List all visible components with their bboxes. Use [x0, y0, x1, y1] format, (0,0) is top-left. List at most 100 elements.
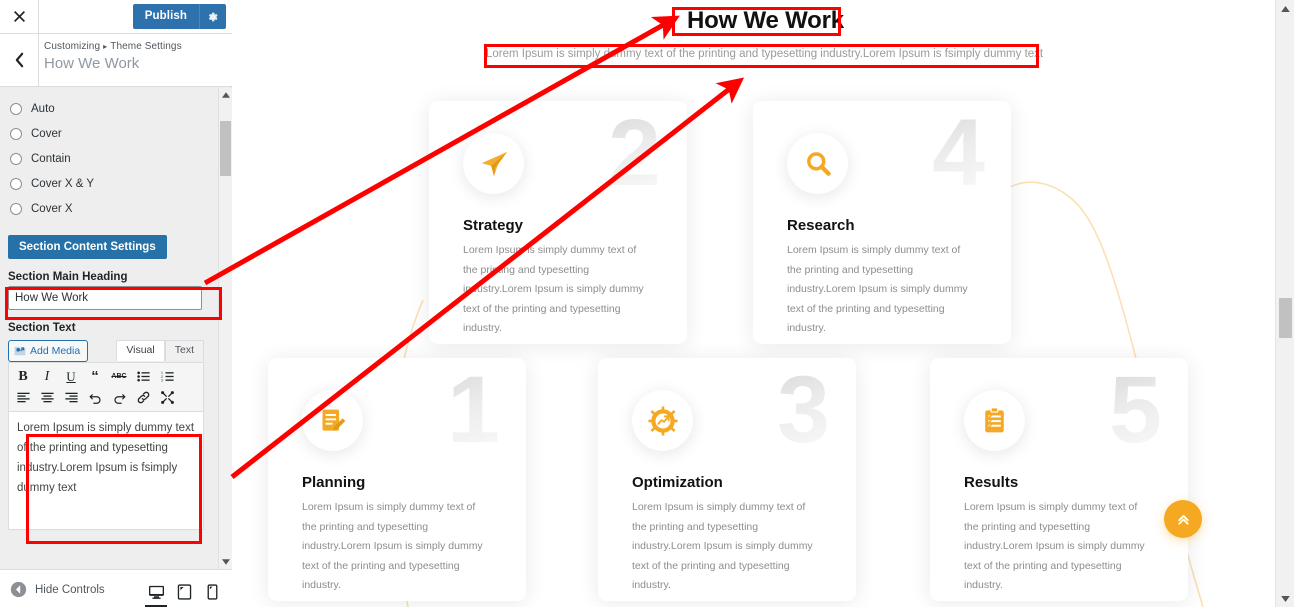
card-title: Optimization — [632, 474, 723, 491]
customizer-scrollbar-thumb[interactable] — [220, 121, 231, 176]
publish-settings-button[interactable] — [199, 4, 226, 29]
card-number: 4 — [932, 100, 985, 206]
section-text-editor[interactable]: Lorem Ipsum is simply dummy text of the … — [8, 412, 204, 530]
radio-circle[interactable] — [10, 152, 22, 165]
clipboard-check-icon — [964, 390, 1025, 451]
card-results[interactable]: 5 Results Lorem Ipsum is simply dummy te… — [930, 358, 1188, 601]
hide-controls-button[interactable]: Hide Controls — [10, 581, 105, 598]
window-scroll-down-arrow[interactable] — [1276, 590, 1294, 607]
align-right-icon[interactable] — [59, 388, 83, 408]
card-research[interactable]: 4 Research Lorem Ipsum is simply dummy t… — [753, 101, 1011, 344]
background-size-radio-group: Auto Cover Contain Cover X & Y Cover X — [0, 88, 218, 221]
tablet-preview-button[interactable] — [170, 577, 198, 607]
customizer-scrollbar[interactable] — [218, 88, 232, 569]
card-description: Lorem Ipsum is simply dummy text of the … — [964, 501, 1145, 591]
close-customizer-button[interactable] — [0, 0, 39, 33]
radio-label: Auto — [31, 102, 55, 115]
italic-icon[interactable]: I — [35, 367, 59, 387]
window-scroll-up-arrow[interactable] — [1276, 0, 1294, 17]
card-strategy[interactable]: 2 Strategy Lorem Ipsum is simply dummy t… — [429, 101, 687, 344]
hide-controls-label: Hide Controls — [35, 583, 105, 596]
radio-circle[interactable] — [10, 177, 22, 190]
card-description: Lorem Ipsum is simply dummy text of the … — [463, 244, 644, 334]
scroll-to-top-button[interactable] — [1164, 500, 1202, 538]
tablet-icon — [177, 584, 191, 600]
radio-label: Cover — [31, 127, 62, 140]
svg-text:3: 3 — [161, 378, 163, 382]
radio-circle[interactable] — [10, 102, 22, 115]
underline-icon[interactable]: U — [59, 367, 83, 387]
radio-option-cover[interactable]: Cover — [0, 121, 218, 146]
section-main-heading-input[interactable] — [8, 286, 202, 310]
card-number: 1 — [447, 357, 500, 463]
radio-label: Contain — [31, 152, 71, 165]
card-description: Lorem Ipsum is simply dummy text of the … — [632, 501, 813, 591]
add-media-label: Add Media — [30, 344, 81, 357]
scrollbar-down-arrow[interactable] — [219, 555, 232, 569]
align-center-icon[interactable] — [35, 388, 59, 408]
tab-text[interactable]: Text — [164, 340, 204, 361]
card-number: 5 — [1109, 357, 1162, 463]
bulleted-list-icon[interactable] — [131, 367, 155, 387]
mobile-preview-button[interactable] — [198, 577, 226, 607]
card-optimization[interactable]: 3 Optimization Lorem Ipsum is simply dum… — [598, 358, 856, 601]
customizer-footer: Hide Controls — [0, 569, 232, 607]
publish-group: Publish — [132, 4, 226, 29]
radio-label: Cover X — [31, 202, 73, 215]
breadcrumb-section[interactable]: Theme Settings — [110, 41, 181, 52]
edit-document-icon — [302, 390, 363, 451]
card-planning[interactable]: 1 Planning Lorem Ipsum is simply dummy t… — [268, 358, 526, 601]
card-description: Lorem Ipsum is simply dummy text of the … — [302, 501, 483, 591]
breadcrumb-root[interactable]: Customizing — [44, 41, 100, 52]
section-main-heading-label: Section Main Heading — [8, 271, 128, 283]
chevron-left-icon — [15, 52, 23, 68]
radio-option-contain[interactable]: Contain — [0, 146, 218, 171]
tab-visual[interactable]: Visual — [116, 340, 165, 361]
customizer-header: Publish — [0, 0, 232, 34]
radio-circle[interactable] — [10, 202, 22, 215]
paper-plane-icon — [463, 133, 524, 194]
radio-option-cover-x[interactable]: Cover X — [0, 196, 218, 221]
gear-chart-icon — [632, 390, 693, 451]
blockquote-icon[interactable]: “ — [83, 367, 107, 387]
scrollbar-up-arrow[interactable] — [219, 88, 232, 102]
theme-preview-pane: How We Work Lorem Ipsum is simply dummy … — [233, 0, 1275, 607]
radio-circle[interactable] — [10, 127, 22, 140]
editor-toolbar-row-2 — [11, 387, 201, 408]
bold-icon[interactable]: B — [11, 367, 35, 387]
window-scrollbar-thumb[interactable] — [1279, 298, 1292, 338]
customizer-breadcrumb-row: Customizing ▸ Theme Settings How We Work — [0, 34, 232, 87]
radio-option-auto[interactable]: Auto — [0, 96, 218, 121]
breadcrumb: Customizing ▸ Theme Settings — [44, 41, 182, 52]
card-title: Strategy — [463, 217, 524, 234]
add-media-button[interactable]: Add Media — [8, 340, 89, 362]
panel-title: How We Work — [44, 55, 140, 72]
insert-link-icon[interactable] — [131, 388, 155, 408]
numbered-list-icon[interactable]: 1 2 3 — [155, 367, 179, 387]
card-title: Planning — [302, 474, 366, 491]
publish-button[interactable]: Publish — [132, 4, 199, 29]
customizer-controls: Auto Cover Contain Cover X & Y Cover X S… — [0, 88, 218, 569]
device-preview-buttons — [142, 577, 226, 607]
editor-toolbar-top: Add Media Visual Text — [8, 340, 204, 362]
strikethrough-icon[interactable]: ABC — [107, 367, 131, 387]
back-button[interactable] — [0, 34, 39, 86]
window-scrollbar[interactable] — [1275, 0, 1294, 607]
radio-option-cover-x-and-y[interactable]: Cover X & Y — [0, 171, 218, 196]
desktop-icon — [148, 585, 164, 599]
collapse-icon — [10, 581, 27, 598]
section-content-settings-button[interactable]: Section Content Settings — [8, 235, 167, 259]
desktop-preview-button[interactable] — [142, 577, 170, 607]
align-left-icon[interactable] — [11, 388, 35, 408]
customizer-sidebar: Publish Customizing ▸ Theme Settings How W… — [0, 0, 232, 607]
close-icon — [13, 11, 25, 22]
editor-tabs: Visual Text — [116, 340, 204, 361]
redo-icon[interactable] — [107, 388, 131, 408]
magnifier-icon — [787, 133, 848, 194]
fullscreen-icon[interactable] — [155, 388, 179, 408]
card-title: Research — [787, 217, 855, 234]
undo-icon[interactable] — [83, 388, 107, 408]
card-number: 3 — [777, 357, 830, 463]
card-description: Lorem Ipsum is simply dummy text of the … — [787, 244, 968, 334]
section-text-label: Section Text — [8, 322, 76, 334]
